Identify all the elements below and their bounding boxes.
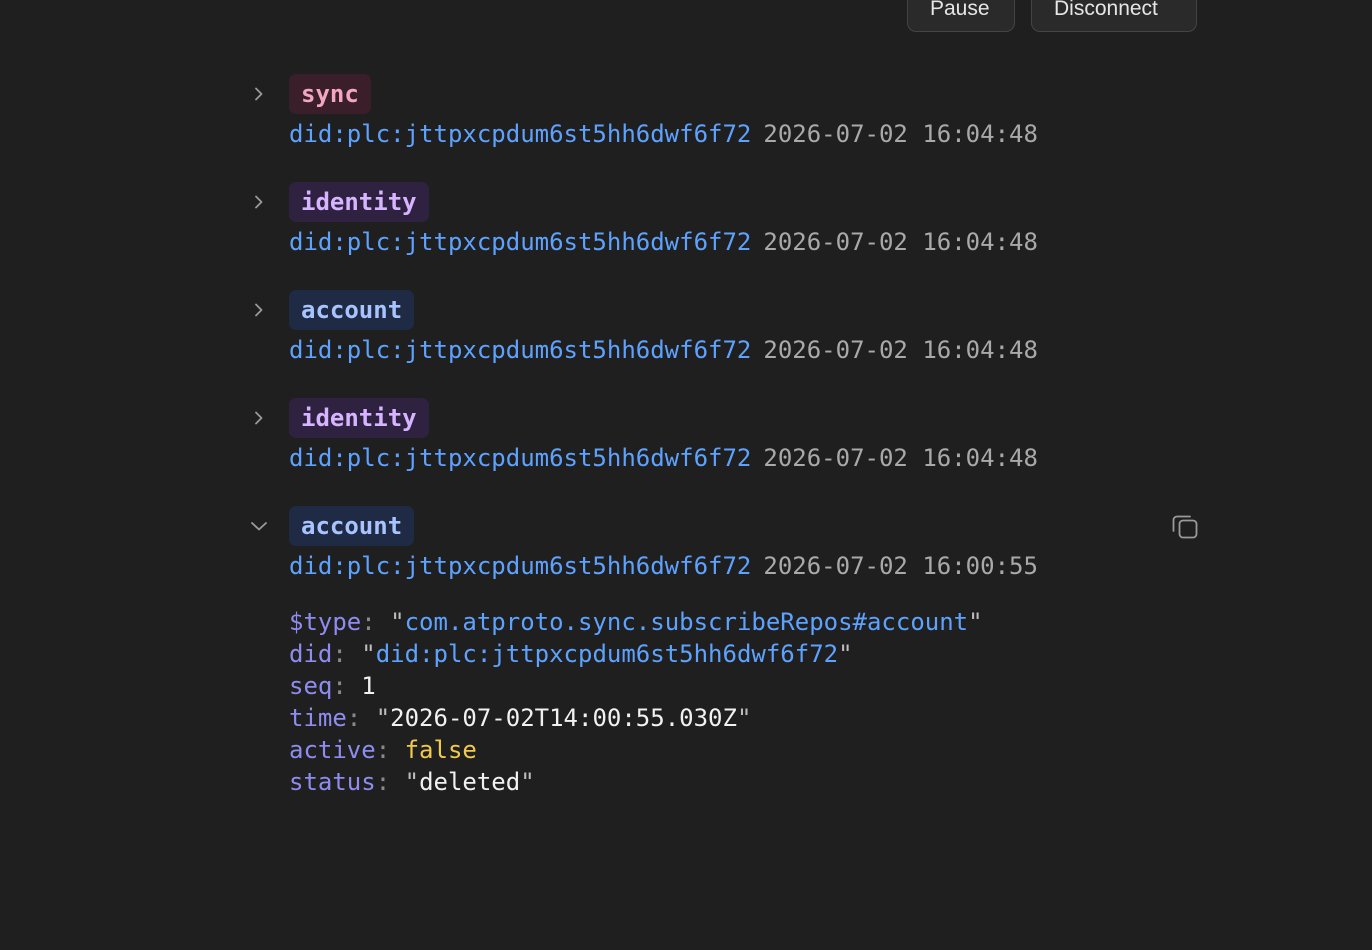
json-quote: " — [375, 704, 391, 732]
json-quote: " — [404, 768, 420, 796]
chevron-right-icon[interactable] — [246, 81, 272, 107]
copy-icon[interactable] — [1170, 511, 1200, 541]
event-did[interactable]: did:plc:jttpxcpdum6st5hh6dwf6f72 — [289, 444, 751, 472]
event-time: 2026-07-02 16:04:48 — [763, 336, 1038, 364]
json-number-value: 1 — [361, 672, 376, 700]
event-meta: did:plc:jttpxcpdum6st5hh6dwf6f72 2026-07-… — [289, 227, 1038, 257]
event-did[interactable]: did:plc:jttpxcpdum6st5hh6dwf6f72 — [289, 552, 751, 580]
json-quote: " — [361, 640, 376, 668]
json-string-value: com.atproto.sync.subscribeRepos#account — [404, 608, 969, 636]
pause-button-label: Pause — [930, 0, 990, 20]
json-colon: : — [346, 704, 376, 732]
json-string-value: deleted — [419, 768, 521, 796]
json-field-active: active: false — [289, 734, 983, 766]
event-meta: did:plc:jttpxcpdum6st5hh6dwf6f72 2026-07-… — [289, 443, 1038, 473]
json-key: $type — [289, 608, 362, 636]
firehose-viewer: Pause Disconnect sync did:plc:jttpxcpdum… — [0, 0, 1372, 950]
event-type-badge: account — [289, 290, 415, 330]
json-key: active — [289, 736, 376, 764]
event-time: 2026-07-02 16:00:55 — [763, 552, 1038, 580]
event-time: 2026-07-02 16:04:48 — [763, 444, 1038, 472]
json-key: status — [289, 768, 376, 796]
json-colon: : — [375, 736, 405, 764]
json-key: did — [289, 640, 333, 668]
json-boolean-value: false — [404, 736, 477, 764]
event-did[interactable]: did:plc:jttpxcpdum6st5hh6dwf6f72 — [289, 336, 751, 364]
disconnect-button-label: Disconnect — [1054, 0, 1158, 20]
event-meta: did:plc:jttpxcpdum6st5hh6dwf6f72 2026-07-… — [289, 119, 1038, 149]
json-quote: " — [520, 768, 535, 796]
json-quote: " — [736, 704, 752, 732]
event-did[interactable]: did:plc:jttpxcpdum6st5hh6dwf6f72 — [289, 228, 751, 256]
event-type-badge: sync — [289, 74, 371, 114]
json-quote: " — [390, 608, 405, 636]
json-field-did: did: "did:plc:jttpxcpdum6st5hh6dwf6f72" — [289, 638, 983, 670]
event-type-badge: identity — [289, 398, 429, 438]
event-type-badge: identity — [289, 182, 429, 222]
event-type-badge: account — [289, 506, 415, 546]
json-field-status: status: "deleted" — [289, 766, 983, 798]
json-field-type: $type: "com.atproto.sync.subscribeRepos#… — [289, 606, 983, 638]
json-field-seq: seq: 1 — [289, 670, 983, 702]
json-colon: : — [332, 640, 362, 668]
chevron-down-icon[interactable] — [246, 513, 272, 539]
event-meta: did:plc:jttpxcpdum6st5hh6dwf6f72 2026-07-… — [289, 551, 1038, 581]
chevron-right-icon[interactable] — [246, 405, 272, 431]
chevron-right-icon[interactable] — [246, 297, 272, 323]
event-time: 2026-07-02 16:04:48 — [763, 120, 1038, 148]
event-meta: did:plc:jttpxcpdum6st5hh6dwf6f72 2026-07-… — [289, 335, 1038, 365]
json-did-link[interactable]: did:plc:jttpxcpdum6st5hh6dwf6f72 — [376, 640, 838, 668]
json-key: seq — [289, 672, 333, 700]
pause-button[interactable]: Pause — [907, 0, 1015, 32]
json-quote: " — [968, 608, 983, 636]
chevron-right-icon[interactable] — [246, 189, 272, 215]
event-json-detail: $type: "com.atproto.sync.subscribeRepos#… — [289, 606, 983, 798]
json-quote: " — [838, 640, 853, 668]
event-did[interactable]: did:plc:jttpxcpdum6st5hh6dwf6f72 — [289, 120, 751, 148]
json-colon: : — [361, 608, 391, 636]
json-string-value: 2026-07-02T14:00:55.030Z — [390, 704, 737, 732]
json-colon: : — [332, 672, 362, 700]
event-time: 2026-07-02 16:04:48 — [763, 228, 1038, 256]
json-colon: : — [375, 768, 405, 796]
disconnect-button[interactable]: Disconnect — [1031, 0, 1197, 32]
json-key: time — [289, 704, 347, 732]
json-field-time: time: "2026-07-02T14:00:55.030Z" — [289, 702, 983, 734]
